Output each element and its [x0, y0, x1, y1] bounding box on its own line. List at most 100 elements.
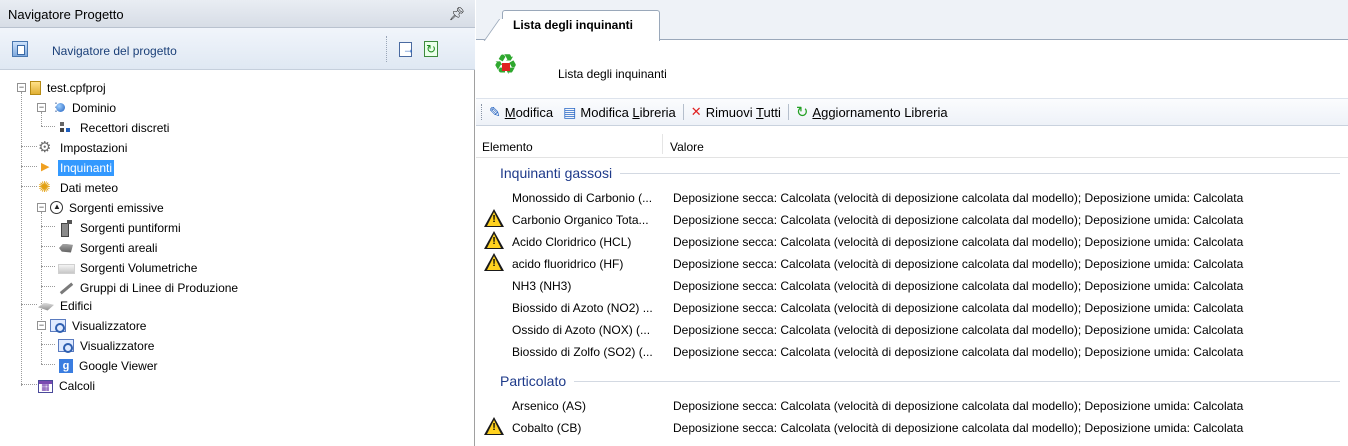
table-row[interactable]: NH3 (NH3) Deposizione secca: Calcolata (… [476, 274, 1348, 296]
tree-node-dominio[interactable]: − Dominio [8, 98, 118, 117]
cell-valore: Deposizione secca: Calcolata (velocità d… [673, 213, 1244, 227]
navigator-header-label: Navigatore del progetto [52, 44, 177, 58]
table-row[interactable]: Arsenico (AS) Deposizione secca: Calcola… [476, 394, 1348, 416]
warning-icon [484, 417, 504, 435]
building-icon [38, 298, 54, 314]
warning-icon [484, 209, 504, 227]
cell-elemento: Biossido di Azoto (NO2) ... [512, 301, 653, 315]
access-key: M [504, 104, 516, 120]
refresh-button[interactable]: ↻ [421, 39, 441, 59]
table-row[interactable]: Acido Cloridrico (HCL) Deposizione secca… [476, 230, 1348, 252]
collapse-icon[interactable]: − [37, 203, 46, 212]
tree-node-impostazioni[interactable]: Impostazioni [38, 138, 129, 157]
tree-node-areali[interactable]: Sorgenti areali [58, 238, 159, 257]
group-title: Inquinanti gassosi [500, 165, 613, 181]
tree-label: Visualizzatore [72, 318, 147, 333]
cell-elemento: acido fluoridrico (HF) [512, 257, 624, 271]
pin-icon[interactable]: 📌︎ [448, 6, 465, 22]
collapse-icon[interactable]: − [37, 103, 46, 112]
group-header-particolato[interactable]: Particolato [476, 370, 1348, 390]
tree-label: Sorgenti Volumetriche [80, 260, 198, 275]
refresh-icon: ↻ [424, 41, 438, 57]
table-row[interactable]: Biossido di Azoto (NO2) ... Deposizione … [476, 296, 1348, 318]
cell-elemento: Acido Cloridrico (HCL) [512, 235, 632, 249]
cell-elemento: Arsenico (AS) [512, 399, 587, 413]
grid-header: Elemento Valore [476, 128, 1348, 158]
column-separator[interactable] [662, 134, 663, 154]
cell-valore: Deposizione secca: Calcolata (velocità d… [673, 399, 1244, 413]
weather-icon [38, 178, 54, 196]
tree-label: Edifici [60, 298, 93, 313]
tree-node-calcoli[interactable]: Calcoli [38, 376, 97, 395]
cell-elemento: Biossido di Zolfo (SO2) (... [512, 345, 653, 359]
tree-node-inquinanti[interactable]: Inquinanti [38, 158, 115, 177]
panel-title: Lista degli inquinanti [558, 67, 667, 81]
group-title: Particolato [500, 373, 567, 389]
column-header-elemento[interactable]: Elemento [482, 140, 533, 154]
tree-label: Calcoli [59, 378, 96, 393]
table-row[interactable]: Monossido di Carbonio (... Deposizione s… [476, 186, 1348, 208]
cell-elemento: Cobalto (CB) [512, 421, 582, 435]
recycle-icon [493, 48, 518, 81]
pollutants-icon [38, 160, 54, 176]
column-header-valore[interactable]: Valore [670, 140, 704, 154]
tree-node-google-viewer[interactable]: g Google Viewer [58, 356, 160, 375]
tree-node-dati-meteo[interactable]: Dati meteo [38, 178, 120, 197]
settings-icon [38, 138, 54, 156]
navigator-header: Navigatore del progetto ↻ [0, 28, 475, 70]
button-label: odifica [515, 104, 554, 120]
rimuovi-tutti-button[interactable]: Rimuovi Tutti [686, 104, 786, 120]
tree-label: Sorgenti emissive [69, 200, 164, 215]
aggiornamento-libreria-button[interactable]: Aggiornamento Libreria [791, 103, 953, 121]
google-icon: g [59, 358, 73, 373]
table-row[interactable]: Cobalto (CB) Deposizione secca: Calcolat… [476, 416, 1348, 438]
tree-node-puntiformi[interactable]: Sorgenti puntiformi [58, 218, 183, 237]
tree-label: Impostazioni [60, 140, 128, 155]
calculation-icon [38, 379, 53, 393]
export-icon [398, 41, 415, 57]
tree-node-visualizzatore-child[interactable]: Visualizzatore [58, 336, 156, 355]
modifica-libreria-button[interactable]: Modifica Libreria [558, 104, 681, 121]
production-line-icon [58, 280, 74, 296]
tab-label: Lista degli inquinanti [513, 18, 633, 32]
tree-node-edifici[interactable]: Edifici [38, 296, 94, 315]
table-row[interactable]: acido fluoridrico (HF) Deposizione secca… [476, 252, 1348, 274]
access-key: T [756, 104, 764, 120]
tree-label: Visualizzatore [80, 338, 155, 353]
tree-node-visualizzatore[interactable]: − Visualizzatore [8, 316, 148, 335]
tree-node-recettori[interactable]: Recettori discreti [58, 118, 171, 137]
navigator-title: Navigatore Progetto [8, 7, 124, 22]
tree-node-sorgenti[interactable]: − Sorgenti emissive [8, 198, 166, 217]
tree-node-project[interactable]: − test.cpfproj [8, 78, 108, 97]
cell-valore: Deposizione secca: Calcolata (velocità d… [673, 257, 1244, 271]
folder-icon [30, 80, 41, 95]
cell-elemento: Ossido di Azoto (NOX) (... [512, 323, 651, 337]
cell-elemento: Monossido di Carbonio (... [512, 191, 653, 205]
domain-icon [50, 100, 66, 116]
cell-valore: Deposizione secca: Calcolata (velocità d… [673, 345, 1244, 359]
modifica-button[interactable]: Modifica [484, 104, 558, 121]
export-button[interactable] [395, 39, 415, 59]
group-header-gassosi[interactable]: Inquinanti gassosi [476, 162, 1348, 182]
tree-node-gruppi[interactable]: Gruppi di Linee di Produzione [58, 278, 240, 297]
emission-source-icon [50, 201, 63, 214]
cell-valore: Deposizione secca: Calcolata (velocità d… [673, 301, 1244, 315]
collapse-icon[interactable]: − [17, 83, 26, 92]
table-row[interactable]: Carbonio Organico Tota... Deposizione se… [476, 208, 1348, 230]
collapse-icon[interactable]: − [37, 321, 46, 330]
navigator-toolbar: ↻ [386, 36, 441, 62]
tab-lista-inquinanti[interactable]: Lista degli inquinanti [502, 10, 660, 41]
table-row[interactable]: Biossido di Zolfo (SO2) (... Deposizione… [476, 340, 1348, 362]
tree-label: Sorgenti areali [80, 240, 158, 255]
cell-valore: Deposizione secca: Calcolata (velocità d… [673, 235, 1244, 249]
tree-label: Gruppi di Linee di Produzione [80, 280, 239, 295]
project-navigator-panel: Navigatore Progetto 📌︎ Navigatore del pr… [0, 0, 475, 446]
point-source-icon [58, 219, 74, 237]
cell-valore: Deposizione secca: Calcolata (velocità d… [673, 279, 1244, 293]
toolbar-separator [787, 104, 789, 120]
cell-elemento: NH3 (NH3) [512, 279, 572, 293]
table-row[interactable]: Ossido di Azoto (NOX) (... Deposizione s… [476, 318, 1348, 340]
receptor-icon [58, 120, 74, 136]
tree-node-volumetriche[interactable]: Sorgenti Volumetriche [58, 258, 199, 277]
tree-label-selected: Inquinanti [58, 159, 115, 176]
